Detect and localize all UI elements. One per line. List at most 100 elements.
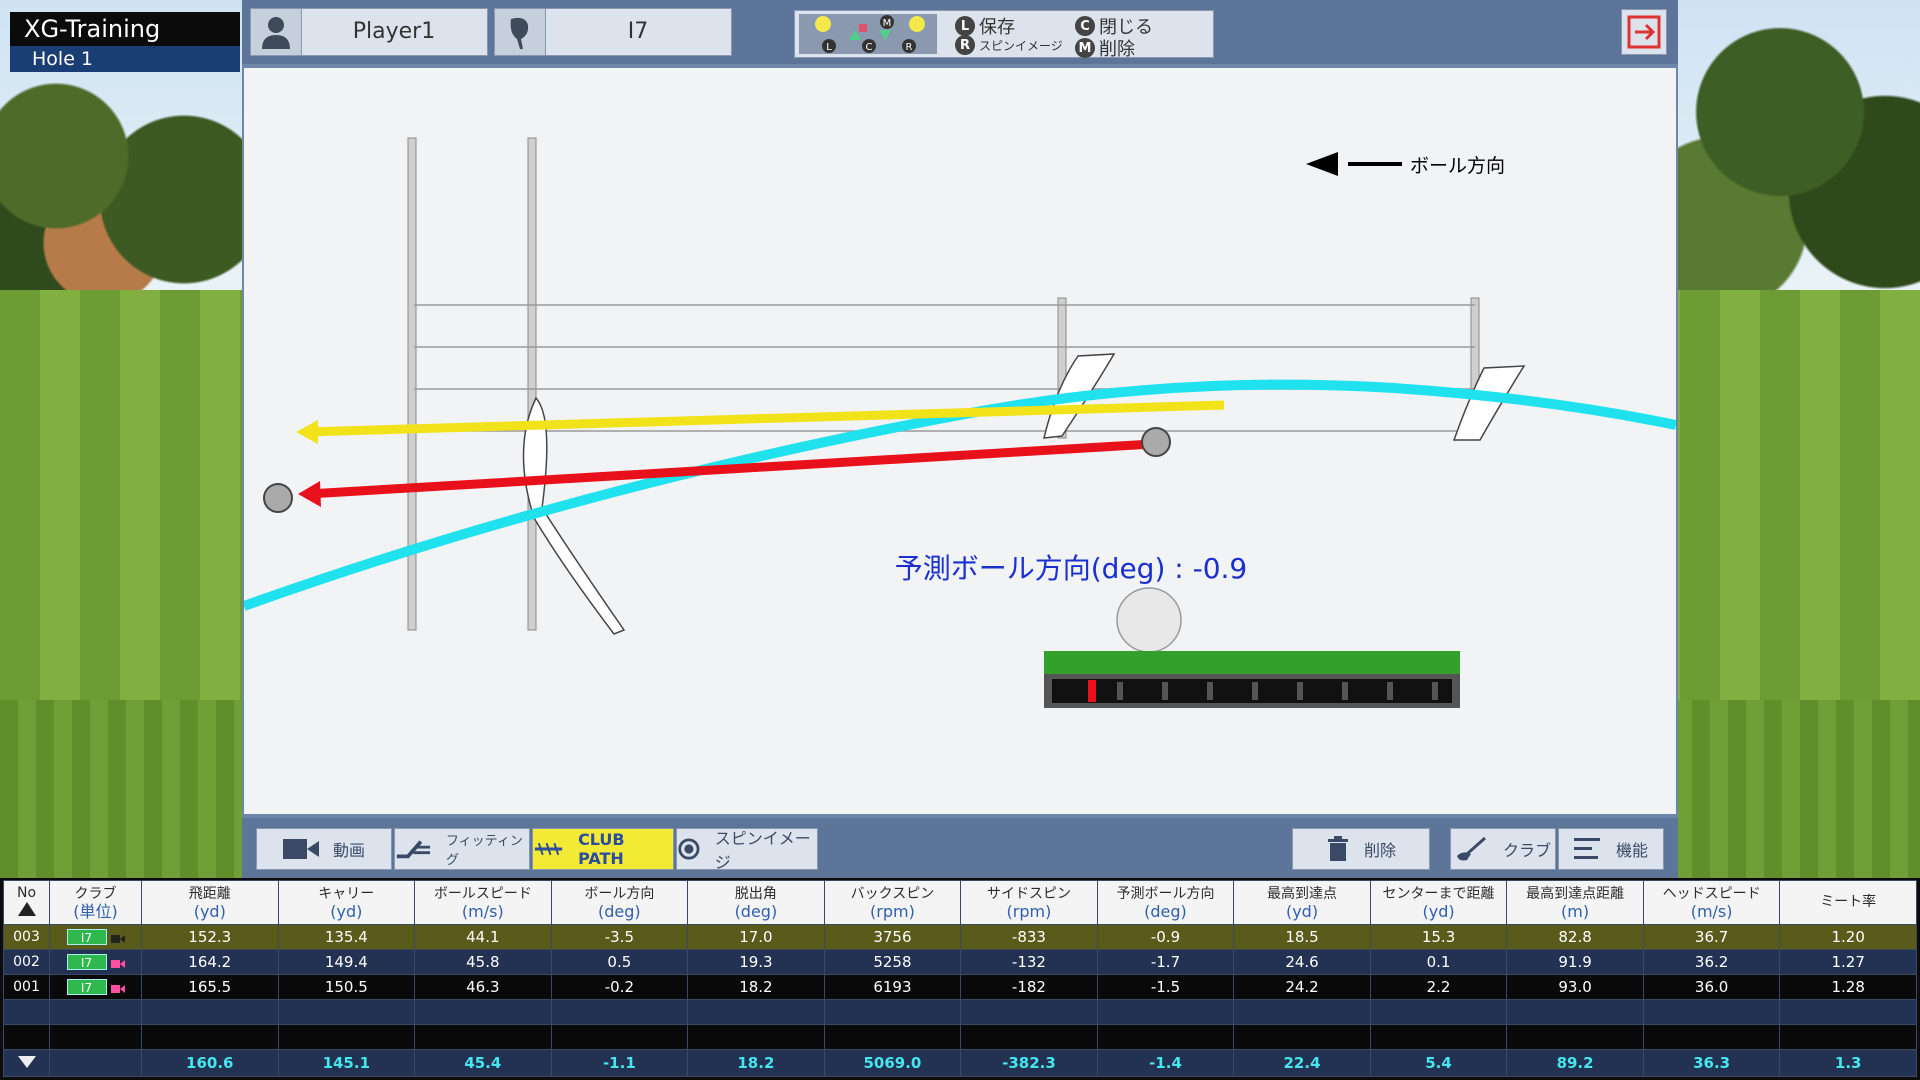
bottom-toolbar: 動画 フィッティング CLUB PATH スピンイメージ 削除 クラブ 機能 bbox=[242, 818, 1678, 880]
replay-camera-icon[interactable] bbox=[110, 930, 125, 944]
average-cell: 22.4 bbox=[1233, 1049, 1371, 1077]
table-cell: 0.5 bbox=[550, 949, 689, 975]
column-header[interactable]: No bbox=[3, 880, 50, 925]
svg-text:L: L bbox=[826, 42, 832, 53]
fitting-button[interactable]: フィッティング bbox=[394, 828, 530, 870]
delete-key-hint: M 削除 bbox=[1075, 35, 1135, 61]
table-row[interactable]: 003 I7 152.3 135.4 44.1 -3.5 17.0 3756 -833 -0.9 1… bbox=[3, 924, 1917, 950]
table-cell: 82.8 bbox=[1506, 924, 1644, 950]
golf-ball-icon bbox=[1116, 587, 1182, 653]
column-header[interactable]: ミート率 bbox=[1779, 880, 1917, 925]
column-header[interactable]: バックスピン (rpm) bbox=[823, 880, 962, 925]
table-cell: 2.2 bbox=[1369, 974, 1508, 1000]
column-header-unit: (単位) bbox=[73, 901, 118, 921]
table-cell: -3.5 bbox=[550, 924, 689, 950]
column-header-title: サイドスピン bbox=[986, 885, 1071, 902]
table-cell: 18.5 bbox=[1233, 924, 1371, 950]
table-cell: 36.2 bbox=[1642, 949, 1781, 975]
club-path-tab-label: CLUB PATH bbox=[578, 830, 625, 868]
function-button[interactable]: 機能 bbox=[1558, 828, 1664, 870]
empty-cell bbox=[1233, 999, 1371, 1025]
replay-camera-icon[interactable] bbox=[110, 955, 125, 969]
table-cell: 1.27 bbox=[1779, 949, 1917, 975]
table-cell: 24.2 bbox=[1233, 974, 1371, 1000]
table-cell: -0.2 bbox=[550, 974, 689, 1000]
table-cell: -1.5 bbox=[1096, 974, 1235, 1000]
scroll-down-icon[interactable] bbox=[3, 1049, 50, 1077]
ball-end-marker bbox=[263, 483, 293, 513]
column-header[interactable]: センターまで距離 (yd) bbox=[1369, 880, 1508, 925]
column-header-unit: (m) bbox=[1561, 901, 1590, 921]
column-header-unit: (m/s) bbox=[461, 901, 504, 921]
column-header[interactable]: 脱出角 (deg) bbox=[687, 880, 825, 925]
column-header[interactable]: サイドスピン (rpm) bbox=[960, 880, 1098, 925]
empty-row bbox=[3, 1024, 1917, 1050]
predicted-direction-label: 予測ボール方向(deg) : -0.9 bbox=[895, 552, 1248, 585]
club-selector[interactable]: I7 bbox=[494, 8, 732, 56]
column-header[interactable]: 最高到達点距離 (m) bbox=[1506, 880, 1644, 925]
column-header-title: 脱出角 bbox=[734, 885, 777, 902]
ball-start-marker bbox=[1141, 427, 1171, 457]
spin-image-button[interactable]: スピンイメージ bbox=[676, 828, 818, 872]
shot-number: 002 bbox=[3, 949, 50, 975]
column-header[interactable]: キャリー (yd) bbox=[277, 880, 416, 925]
empty-cell bbox=[1369, 999, 1508, 1025]
club-path-arrowhead bbox=[296, 420, 318, 444]
column-header-unit: (yd) bbox=[1285, 901, 1319, 921]
average-cell: 5.4 bbox=[1369, 1049, 1508, 1077]
ball-direction-label: ボール方向 bbox=[1410, 155, 1505, 177]
table-row[interactable]: 002 I7 164.2 149.4 45.8 0.5 19.3 5258 -132 -1.7 24… bbox=[3, 949, 1917, 975]
average-label-cell bbox=[49, 1049, 142, 1077]
empty-cell bbox=[1779, 999, 1917, 1025]
column-header[interactable]: 最高到達点 (yd) bbox=[1233, 880, 1371, 925]
table-cell: 1.28 bbox=[1779, 974, 1917, 1000]
column-header[interactable]: ヘッドスピード (m/s) bbox=[1642, 880, 1781, 925]
delete-button[interactable]: 削除 bbox=[1292, 828, 1430, 870]
table-cell: 18.2 bbox=[687, 974, 825, 1000]
table-cell: 1.20 bbox=[1779, 924, 1917, 950]
table-row[interactable]: 001 I7 165.5 150.5 46.3 -0.2 18.2 6193 -182 -1.5 2… bbox=[3, 974, 1917, 1000]
menu-lines-icon bbox=[1573, 838, 1600, 859]
table-cell: 135.4 bbox=[277, 924, 416, 950]
exit-button[interactable] bbox=[1621, 9, 1667, 55]
average-cell: 89.2 bbox=[1506, 1049, 1644, 1077]
column-header[interactable]: 予測ボール方向 (deg) bbox=[1096, 880, 1235, 925]
empty-cell bbox=[1096, 1024, 1235, 1050]
turf-strip bbox=[1044, 651, 1460, 675]
column-header[interactable]: ボール方向 (deg) bbox=[550, 880, 689, 925]
meter-tick bbox=[1252, 682, 1258, 700]
table-cell: 91.9 bbox=[1506, 949, 1644, 975]
table-cell: 3756 bbox=[823, 924, 962, 950]
column-header-title: クラブ bbox=[74, 885, 117, 902]
column-header[interactable]: クラブ (単位) bbox=[49, 880, 142, 925]
player-name: Player1 bbox=[352, 19, 436, 44]
column-header[interactable]: 飛距離 (yd) bbox=[141, 880, 279, 925]
column-header-title: No bbox=[16, 884, 37, 901]
empty-cell bbox=[1096, 999, 1235, 1025]
club-path-icon bbox=[534, 842, 563, 856]
club-path-tab[interactable]: CLUB PATH bbox=[532, 828, 674, 870]
table-cell: 164.2 bbox=[141, 949, 279, 975]
save-key-icon: L bbox=[955, 16, 975, 36]
club-button[interactable]: クラブ bbox=[1450, 828, 1556, 870]
empty-cell bbox=[1506, 1024, 1644, 1050]
face-direction-line bbox=[307, 439, 1153, 499]
column-header[interactable]: ボールスピード (m/s) bbox=[414, 880, 552, 925]
empty-cell bbox=[3, 1024, 50, 1050]
exit-icon bbox=[1627, 15, 1661, 49]
golf-club-icon bbox=[1456, 836, 1486, 861]
average-cell: 45.4 bbox=[414, 1049, 552, 1077]
sort-up-icon[interactable] bbox=[5, 901, 49, 921]
shot-club-cell: I7 bbox=[49, 949, 142, 975]
table-cell: 149.4 bbox=[277, 949, 416, 975]
column-header-unit: (yd) bbox=[193, 901, 226, 921]
table-cell: -132 bbox=[960, 949, 1098, 975]
spin-key-hint: R スピンイメージ bbox=[955, 35, 1063, 55]
replay-camera-icon[interactable] bbox=[110, 980, 125, 994]
video-button[interactable]: 動画 bbox=[256, 828, 392, 870]
average-cell: 5069.0 bbox=[823, 1049, 962, 1077]
player-selector[interactable]: Player1 bbox=[250, 8, 488, 56]
column-header-title: センターまで距離 bbox=[1382, 885, 1495, 902]
club-tag: I7 bbox=[66, 929, 107, 945]
club-tag: I7 bbox=[66, 979, 107, 995]
